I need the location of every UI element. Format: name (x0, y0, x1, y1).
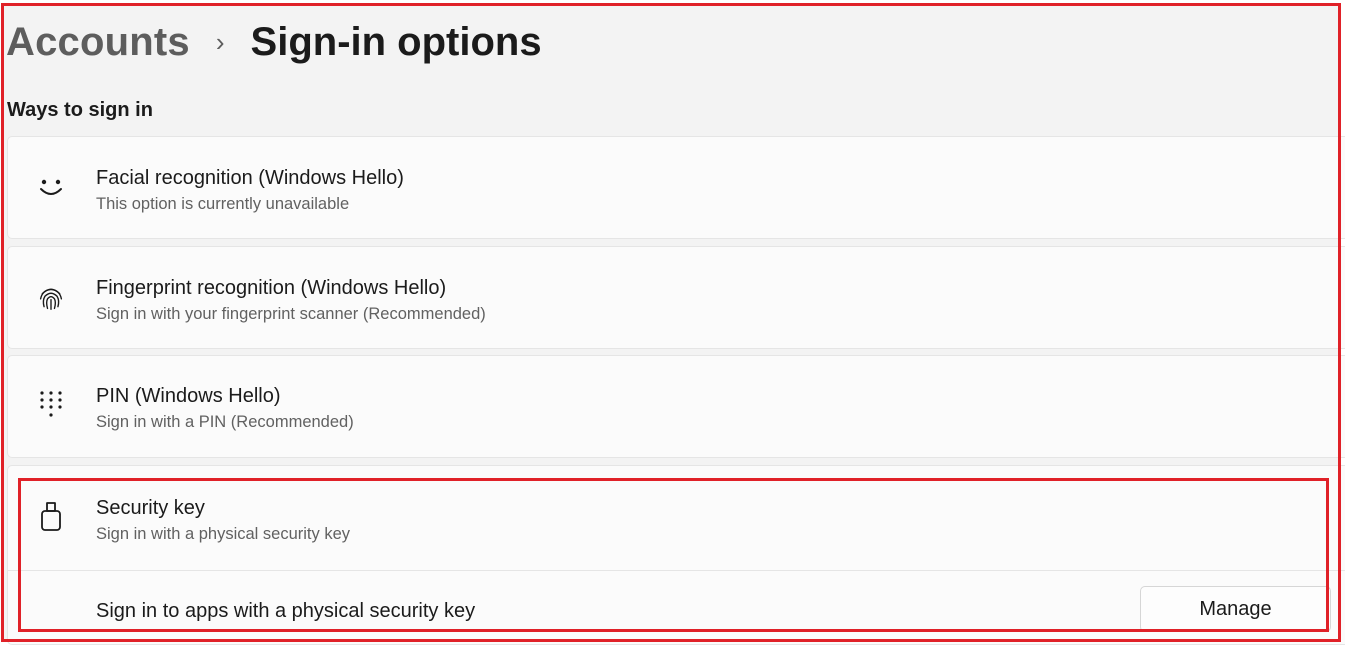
manage-button[interactable]: Manage (1140, 586, 1331, 632)
breadcrumb-accounts-link[interactable]: Accounts (6, 20, 190, 65)
option-facial-recognition[interactable]: Facial recognition (Windows Hello) This … (7, 136, 1345, 239)
option-pin[interactable]: PIN (Windows Hello) Sign in with a PIN (… (7, 355, 1345, 458)
chevron-right-icon: › (215, 26, 225, 57)
security-key-detail-label: Sign in to apps with a physical security… (96, 600, 476, 622)
face-smile-icon (38, 173, 64, 203)
option-title: PIN (Windows Hello) (96, 385, 281, 407)
page-title: Sign-in options (250, 19, 542, 64)
option-title: Fingerprint recognition (Windows Hello) (96, 277, 447, 299)
fingerprint-icon (38, 283, 64, 313)
option-title: Security key (96, 497, 205, 519)
option-subtitle: Sign in with your fingerprint scanner (R… (96, 305, 486, 323)
usb-key-icon (38, 502, 64, 532)
option-subtitle: Sign in with a physical security key (96, 525, 351, 543)
option-title: Facial recognition (Windows Hello) (96, 167, 404, 189)
breadcrumb: Accounts › Sign-in options (6, 18, 542, 66)
keypad-icon (38, 390, 64, 420)
option-fingerprint-recognition[interactable]: Fingerprint recognition (Windows Hello) … (7, 246, 1345, 349)
section-title: Ways to sign in (7, 99, 153, 121)
option-subtitle: This option is currently unavailable (96, 195, 350, 213)
option-subtitle: Sign in with a PIN (Recommended) (96, 413, 354, 431)
divider (7, 570, 1345, 571)
